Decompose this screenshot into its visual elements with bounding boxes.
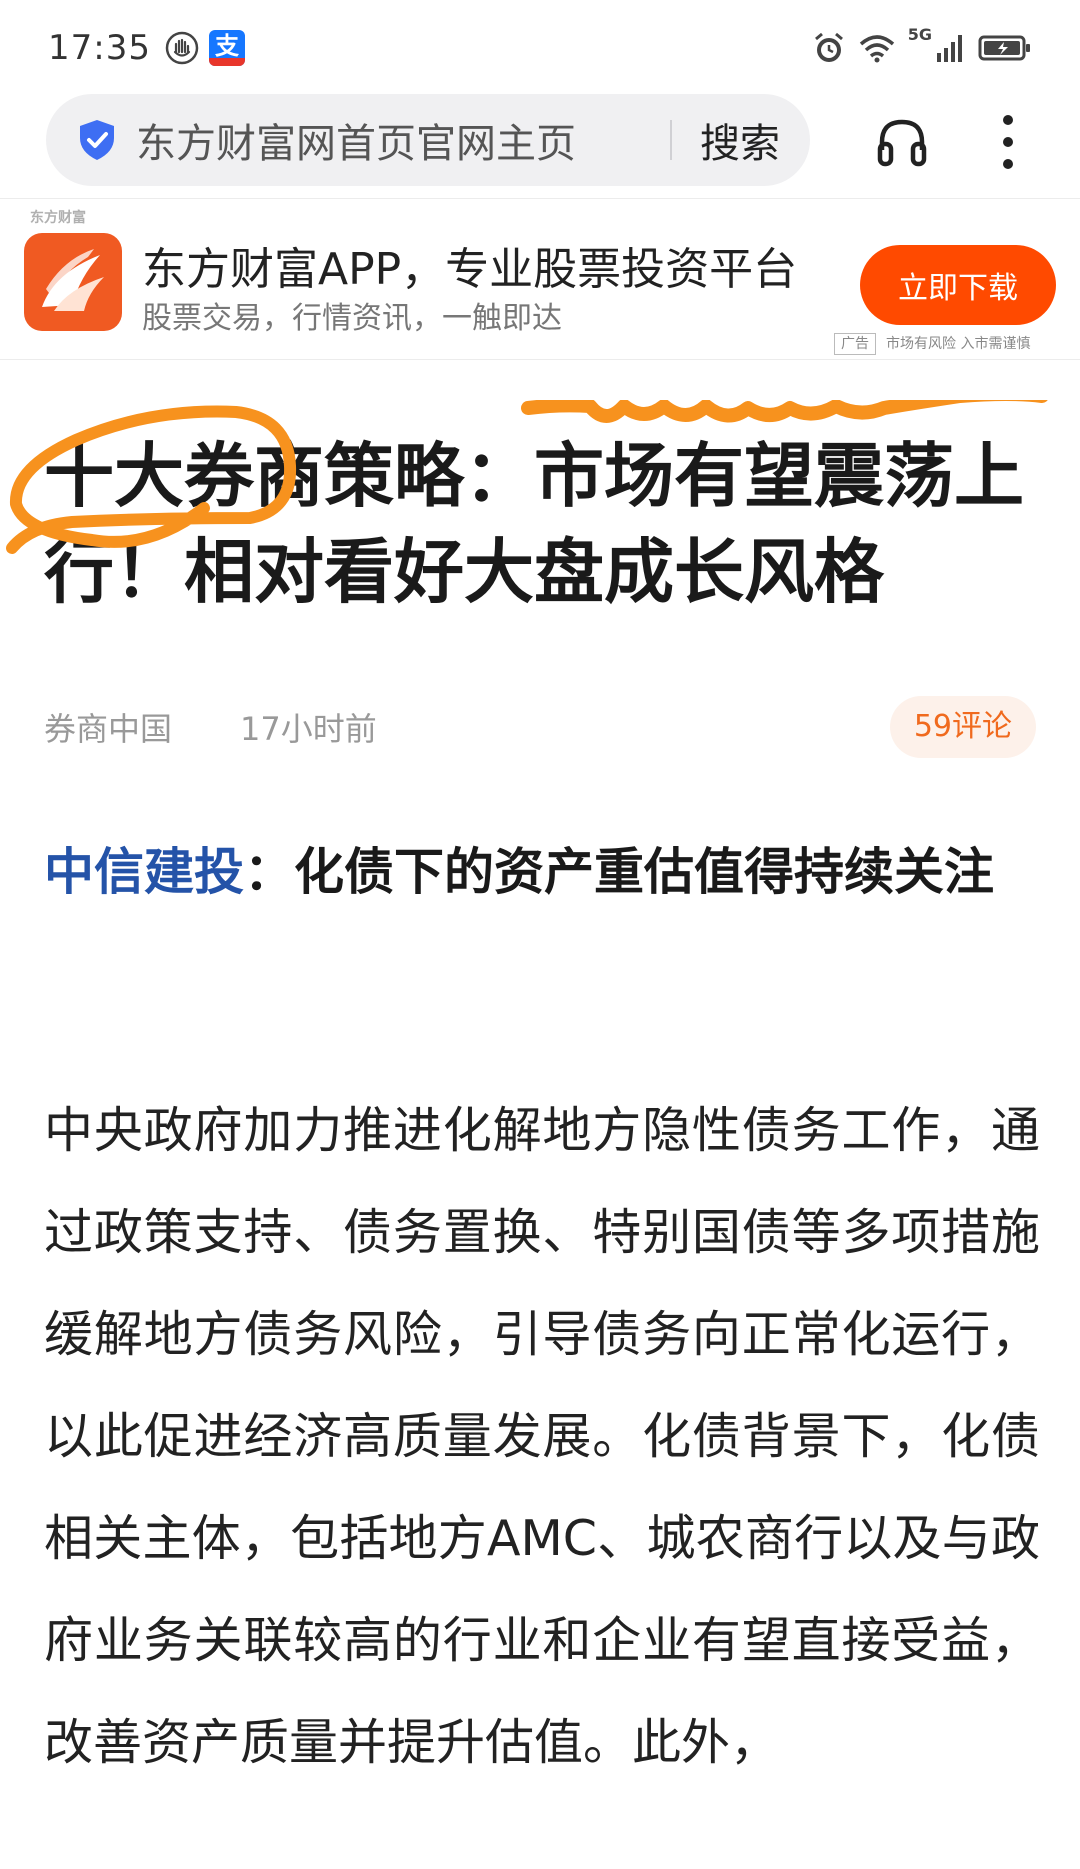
search-button[interactable]: 搜索 [700,111,780,169]
signal-icon [937,35,962,62]
alarm-icon [814,32,843,62]
browser-page: 17:35 支 5G 东方财富网首页官网主页 搜索 东方财富 东方财富APP，专… [0,0,1080,1869]
ad-source-label: 东方财富 [30,210,86,226]
more-menu-icon[interactable] [998,112,1018,172]
article-meta: 券商中国 17小时前 59评论 [44,696,1036,766]
article-headline: 十大券商策略：市场有望震荡上行！相对看好大盘成长风格 [44,435,1024,613]
shield-icon [80,120,114,160]
section-heading: 中信建投：化债下的资产重估值得持续关注 [44,822,1040,922]
article-body: 中央政府加力推进化解地方隐性债务工作，通过政策支持、债务置换、特别国债等多项措施… [44,1102,1040,1771]
download-button[interactable]: 立即下载 [860,245,1056,325]
ad-tag: 广告 [834,333,876,355]
risk-notice: 市场有风险 入市需谨慎 [886,336,1031,352]
underline-scribble [521,400,1048,423]
url-text[interactable]: 东方财富网首页官网主页 [136,111,576,169]
app-logo-icon [24,233,122,331]
broker-name[interactable]: 中信建投 [44,843,244,901]
status-time: 17:35 [48,28,151,68]
system-icons: 5G [812,25,1032,65]
ad-title: 东方财富APP，专业股票投资平台 [142,244,798,295]
browser-toolbar: 东方财富网首页官网主页 搜索 [0,94,1080,194]
alipay-icon: 支 [208,30,245,66]
article-source[interactable]: 券商中国 [44,704,172,750]
battery-icon [978,35,1030,61]
headphone-icon[interactable] [874,114,930,170]
ad-subtitle: 股票交易，行情资讯，一触即达 [142,301,562,336]
url-divider [670,120,672,160]
wifi-icon [859,35,894,63]
article-time: 17小时前 [240,710,377,748]
status-bar: 17:35 支 5G [0,0,1080,96]
section-title: ：化债下的资产重估值得持续关注 [244,843,994,901]
network-type-label: 5G [907,25,932,44]
address-bar[interactable]: 东方财富网首页官网主页 搜索 [46,94,810,186]
ad-banner[interactable]: 东方财富 东方财富APP，专业股票投资平台 股票交易，行情资讯，一触即达 立即下… [0,198,1080,360]
comments-button[interactable]: 59评论 [889,696,1036,758]
notification-icons: 支 [165,30,245,66]
hand-icon [165,31,199,65]
